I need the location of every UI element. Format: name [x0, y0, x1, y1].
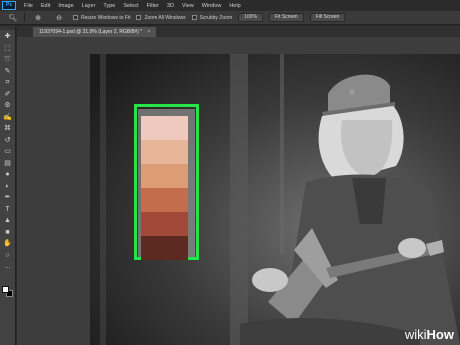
zoom-all-windows-checkbox[interactable]: Zoom All Windows	[136, 14, 186, 21]
fill-screen-button[interactable]: Fill Screen	[309, 13, 346, 22]
color-swatch[interactable]	[141, 140, 188, 164]
quick-select-tool-icon[interactable]: ✎	[2, 67, 13, 77]
checkbox-box[interactable]	[73, 15, 78, 20]
menu-filter[interactable]: Filter	[147, 3, 159, 9]
color-swatch[interactable]	[141, 188, 188, 212]
eraser-tool-icon[interactable]: ▭	[2, 147, 13, 157]
watermark-part1: wiki	[404, 327, 427, 342]
healing-brush-tool-icon[interactable]: ⚙	[2, 101, 13, 111]
marquee-tool-icon[interactable]: ⬚	[2, 44, 13, 54]
document-tab-bar: 11937094-1.psd @ 21.9% (Layer 2, RGB/8#)…	[17, 26, 460, 37]
checkbox-label: Zoom All Windows	[144, 14, 186, 21]
panel-grip[interactable]	[0, 26, 15, 30]
color-swatch[interactable]	[141, 236, 188, 260]
color-swatch[interactable]	[141, 164, 188, 188]
checkbox-box[interactable]	[136, 15, 142, 20]
gradient-tool-icon[interactable]: ▤	[2, 159, 13, 169]
lasso-tool-icon[interactable]: ➰	[2, 55, 13, 65]
move-tool-icon[interactable]: ✚	[2, 32, 13, 42]
checkbox-label: Resize Windows to Fit	[81, 14, 131, 21]
clone-stamp-tool-icon[interactable]: ⌘	[2, 124, 13, 134]
fit-screen-button[interactable]: Fit Screen	[268, 13, 304, 22]
menu-bar: Ps File Edit Image Layer Type Select Fil…	[0, 0, 460, 11]
watermark: wikiHow	[405, 327, 454, 342]
history-brush-tool-icon[interactable]: ↺	[2, 136, 13, 146]
menu-edit[interactable]: Edit	[41, 3, 50, 9]
menu-type[interactable]: Type	[103, 3, 115, 9]
menu-help[interactable]: Help	[229, 3, 240, 9]
actual-pixels-button[interactable]: 100%	[238, 13, 263, 22]
resize-windows-checkbox[interactable]: Resize Windows to Fit	[73, 15, 130, 21]
scrubby-zoom-checkbox[interactable]: Scrubby Zoom	[191, 14, 233, 21]
checkbox-box[interactable]	[191, 15, 197, 20]
more-tools-icon[interactable]: …	[2, 262, 13, 272]
menu-image[interactable]: Image	[58, 3, 73, 9]
zoom-out-icon[interactable]: ⊖	[51, 13, 67, 23]
document-tab-title: 11937094-1.psd @ 21.9% (Layer 2, RGB/8#)…	[39, 29, 143, 35]
pen-tool-icon[interactable]: ✒	[2, 193, 13, 203]
checkbox-label: Scrubby Zoom	[199, 14, 233, 21]
menu-select[interactable]: Select	[123, 3, 138, 9]
divider	[24, 13, 25, 22]
zoom-in-icon[interactable]: ⊕	[30, 13, 46, 23]
tools-panel: ✚ ⬚ ➰ ✎ ⌗ ✐ ⚙ ✍ ⌘ ↺ ▭ ▤ ● ◐ ✒ T ▲ ■ ✋ ○ …	[0, 26, 16, 345]
blur-tool-icon[interactable]: ●	[2, 170, 13, 180]
zoom-tool-icon[interactable]: 🔍︎	[5, 13, 21, 23]
menu-window[interactable]: Window	[202, 3, 222, 9]
brush-tool-icon[interactable]: ✍	[2, 113, 13, 123]
dodge-tool-icon[interactable]: ◐	[2, 182, 13, 192]
path-selection-tool-icon[interactable]: ▲	[2, 216, 13, 226]
menu-view[interactable]: View	[182, 3, 194, 9]
type-tool-icon[interactable]: T	[2, 205, 13, 215]
menu-file[interactable]: File	[24, 3, 33, 9]
document-tab[interactable]: 11937094-1.psd @ 21.9% (Layer 2, RGB/8#)…	[33, 27, 157, 37]
foreground-color-swatch[interactable]	[2, 286, 9, 293]
menu-3d[interactable]: 3D	[167, 3, 174, 9]
eyedropper-tool-icon[interactable]: ✐	[2, 90, 13, 100]
rectangle-tool-icon[interactable]: ■	[2, 228, 13, 238]
photoshop-logo[interactable]: Ps	[2, 1, 16, 10]
menu-layer[interactable]: Layer	[82, 3, 96, 9]
zoom-tool-panel-icon[interactable]: ○	[2, 251, 13, 261]
options-bar: 🔍︎ ⊕ ⊖ Resize Windows to Fit Zoom All Wi…	[0, 11, 460, 25]
hand-tool-icon[interactable]: ✋	[2, 239, 13, 249]
crop-tool-icon[interactable]: ⌗	[2, 78, 13, 88]
close-icon[interactable]: ×	[148, 29, 151, 35]
color-swatch[interactable]	[141, 116, 188, 140]
color-swatch[interactable]	[141, 212, 188, 236]
watermark-part2: How	[426, 327, 454, 342]
canvas-area[interactable]: wikiHow	[17, 37, 460, 345]
